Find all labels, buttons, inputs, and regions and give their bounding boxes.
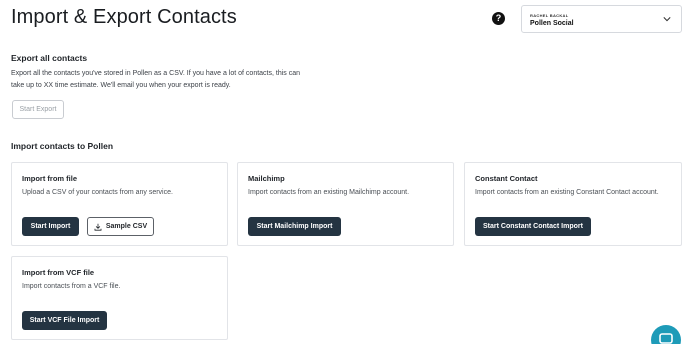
page-title: Import & Export Contacts xyxy=(11,6,237,28)
start-export-button[interactable]: Start Export xyxy=(12,100,64,119)
export-description: Export all the contacts you've stored in… xyxy=(11,70,301,89)
start-constant-contact-import-button[interactable]: Start Constant Contact Import xyxy=(475,217,591,236)
help-icon[interactable]: ? xyxy=(492,12,505,25)
vcf-card: Import from VCF file Import contacts fro… xyxy=(11,256,228,340)
chat-launcher-button[interactable] xyxy=(651,325,681,344)
chevron-down-icon xyxy=(663,17,671,22)
card-description: Import contacts from an existing Constan… xyxy=(475,189,659,196)
download-icon xyxy=(94,223,102,231)
start-vcf-import-button[interactable]: Start VCF File Import xyxy=(22,311,107,330)
mailchimp-card: Mailchimp Import contacts from an existi… xyxy=(237,162,454,246)
constant-contact-card: Constant Contact Import contacts from an… xyxy=(464,162,682,246)
card-title: Import from file xyxy=(22,174,78,183)
import-export-page: Import & Export Contacts ? RACHEL BACKAL… xyxy=(0,0,688,344)
sample-csv-label: Sample CSV xyxy=(105,223,148,230)
import-file-card: Import from file Upload a CSV of your co… xyxy=(11,162,228,246)
card-title: Constant Contact xyxy=(475,174,538,183)
account-switcher[interactable]: RACHEL BACKAL Pollen Social xyxy=(521,5,682,33)
account-org-name: Pollen Social xyxy=(530,20,574,27)
card-title: Mailchimp xyxy=(248,174,285,183)
start-mailchimp-import-button[interactable]: Start Mailchimp Import xyxy=(248,217,341,236)
sample-csv-button[interactable]: Sample CSV xyxy=(87,217,154,236)
import-section-heading: Import contacts to Pollen xyxy=(11,141,114,151)
start-import-button[interactable]: Start Import xyxy=(22,217,79,236)
chat-icon xyxy=(659,333,673,344)
card-description: Import contacts from a VCF file. xyxy=(22,283,121,290)
account-user-name: RACHEL BACKAL xyxy=(530,13,569,18)
card-description: Import contacts from an existing Mailchi… xyxy=(248,189,410,196)
card-description: Upload a CSV of your contacts from any s… xyxy=(22,189,173,196)
card-title: Import from VCF file xyxy=(22,268,95,277)
export-section-heading: Export all contacts xyxy=(11,53,88,63)
